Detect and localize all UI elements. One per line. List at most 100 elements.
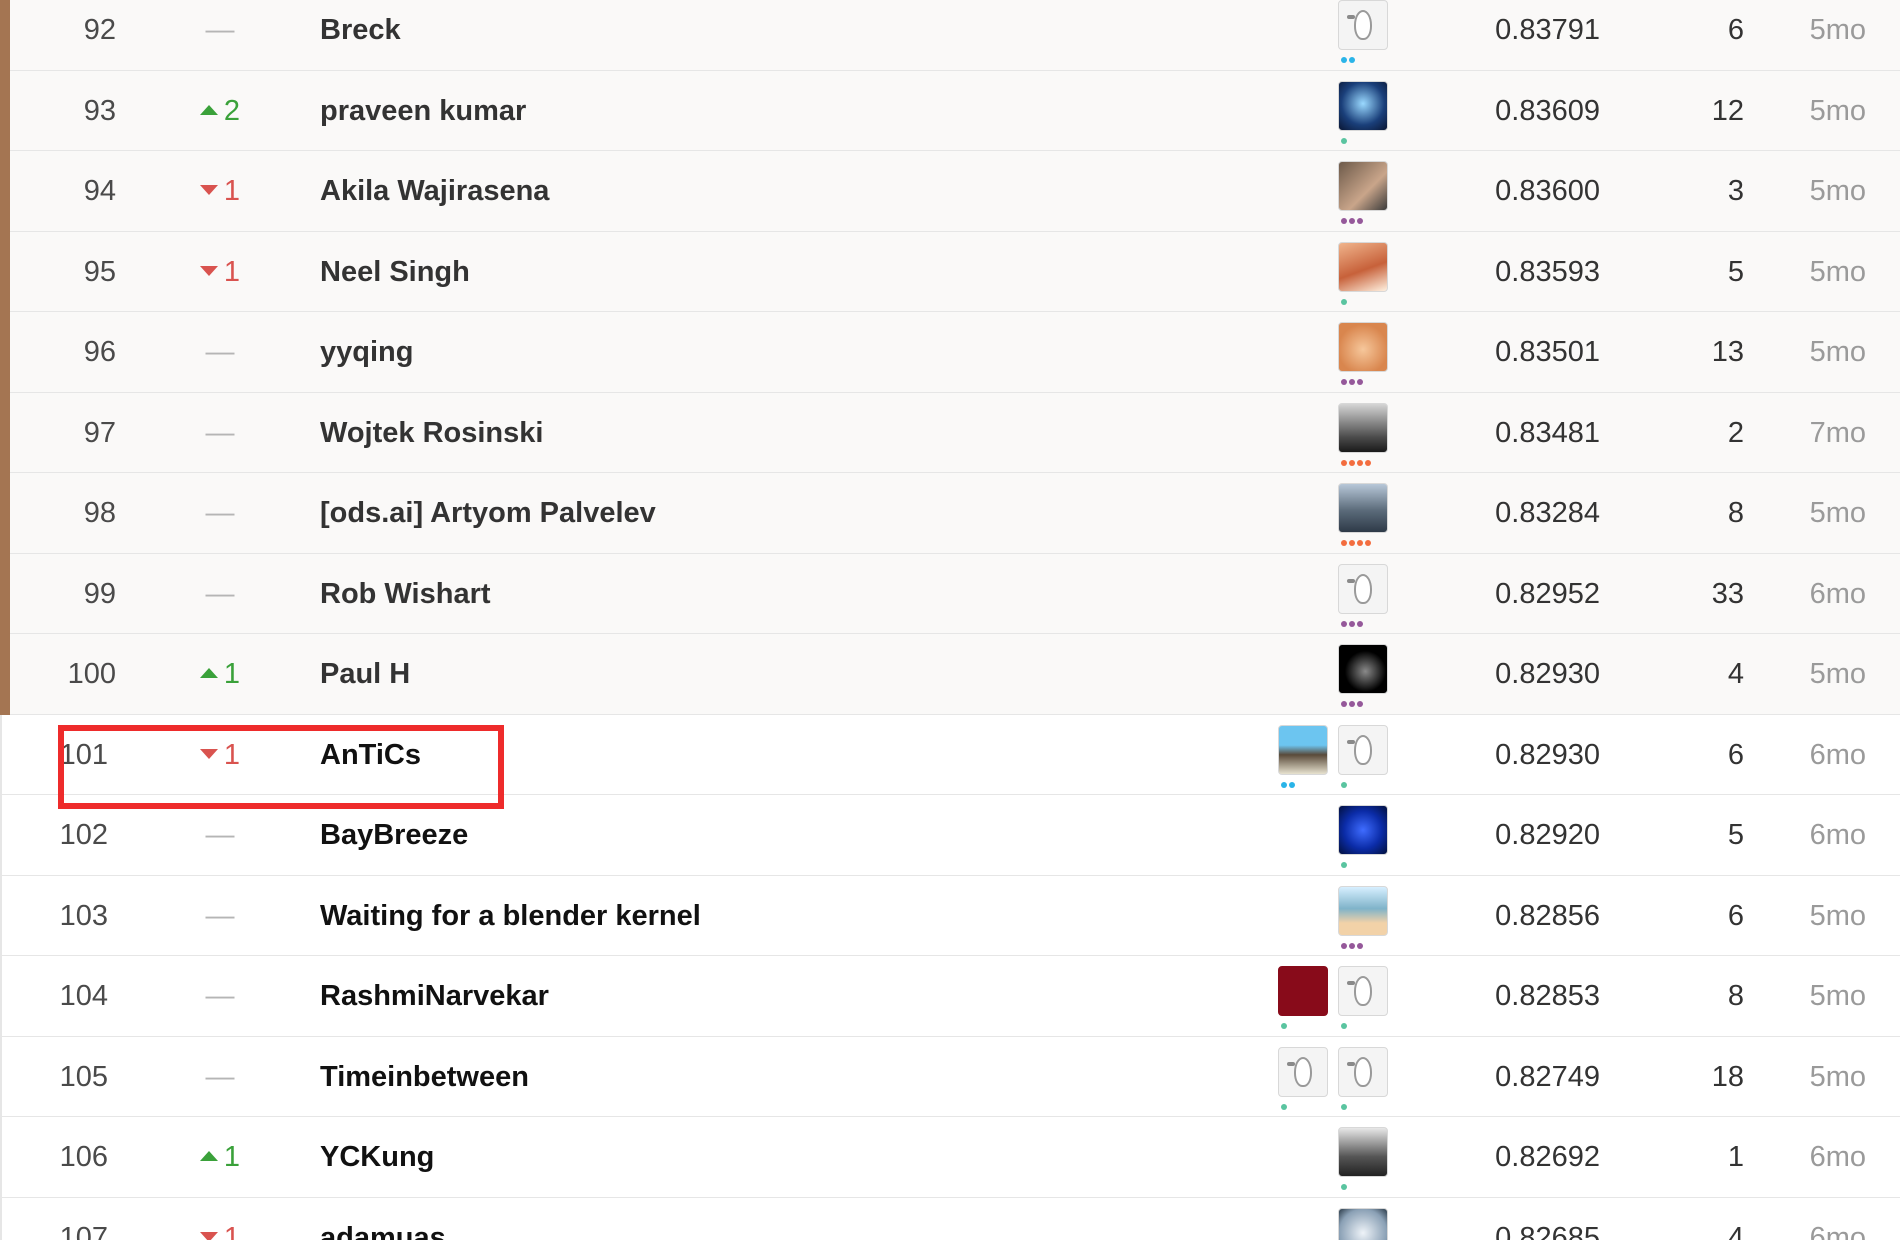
tier-badge-icon	[1341, 781, 1347, 788]
leaderboard-row[interactable]: 92 — Breck 0.83791 6 5mo	[0, 0, 1900, 71]
score-cell: 0.83791	[1495, 14, 1600, 46]
goose-icon	[1347, 976, 1372, 1006]
leaderboard-row[interactable]: 100 1 Paul H 0.82930 4 5mo	[0, 634, 1900, 715]
rank-change-value: —	[205, 497, 235, 529]
leaderboard-row[interactable]: 99 — Rob Wishart 0.82952 33 6mo	[0, 553, 1900, 634]
arrow-down-icon	[199, 748, 218, 759]
default-goose-avatar[interactable]	[1338, 724, 1388, 788]
office-photo-avatar[interactable]	[1338, 1127, 1388, 1190]
blue-portrait-avatar[interactable]	[1338, 80, 1388, 144]
avatar-image	[1279, 967, 1327, 1015]
team-name-link[interactable]: RashmiNarvekar	[320, 956, 549, 1036]
rank-change-value: 1	[223, 1141, 241, 1173]
entries-cell: 8	[1727, 980, 1744, 1012]
leaderboard-row[interactable]: 96 — yyqing 0.83501 13 5mo	[0, 312, 1900, 393]
leaderboard-row[interactable]: 103 — Waiting for a blender kernel 0.82856 6…	[0, 875, 1900, 956]
leaderboard-row[interactable]: 102 — BayBreeze 0.82920 5 6mo	[0, 795, 1900, 876]
tier-badge-icon	[1341, 1023, 1347, 1029]
night-bird-avatar[interactable]	[1338, 644, 1388, 707]
entries-cell: 6	[1727, 14, 1744, 46]
beach-portrait-avatar[interactable]	[1278, 724, 1328, 788]
blue-rose-avatar[interactable]	[1338, 805, 1388, 868]
cartoon-avatar[interactable]	[1338, 885, 1388, 949]
rank-change: 1	[190, 1198, 250, 1240]
tier-badge-icon	[1341, 218, 1363, 224]
last-submission-cell: 6mo	[1809, 577, 1866, 610]
goose-icon	[1347, 1056, 1372, 1087]
team-name-link[interactable]: AnTiCs	[320, 715, 421, 795]
tier-badge-icon	[1341, 701, 1363, 707]
rank-change-value: 1	[223, 175, 241, 207]
team-name-link[interactable]: yyqing	[320, 312, 413, 392]
avatar-image	[1339, 967, 1387, 1015]
score-cell: 0.82749	[1495, 1060, 1600, 1093]
entries-cell: 13	[1711, 336, 1744, 368]
team-name-link[interactable]: Waiting for a blender kernel	[320, 876, 701, 956]
rank-change: 1	[190, 1117, 250, 1197]
score-cell: 0.83600	[1495, 175, 1600, 207]
leaderboard-row[interactable]: 105 — Timeinbetween 0.82749 18 5mo	[0, 1036, 1900, 1117]
tier-badge-icon	[1341, 540, 1371, 546]
team-name-link[interactable]: Wojtek Rosinski	[320, 393, 543, 473]
last-submission-cell: 6mo	[1809, 1221, 1866, 1240]
avatar-image	[1339, 1048, 1387, 1096]
team-name-link[interactable]: BayBreeze	[320, 795, 468, 875]
leaderboard-row[interactable]: 107 1 adamuas 0.82685 4 6mo	[0, 1197, 1900, 1240]
warm-photo-avatar[interactable]	[1338, 241, 1388, 305]
avatar-image	[1339, 404, 1387, 452]
tier-badge-icon	[1281, 1103, 1287, 1110]
tier-badge-icon	[1341, 620, 1363, 627]
entries-cell: 6	[1727, 738, 1744, 771]
score-cell: 0.83609	[1495, 94, 1600, 127]
arrow-down-icon	[199, 185, 218, 196]
team-name-link[interactable]: YCKung	[320, 1117, 434, 1197]
leaderboard-row[interactable]: 95 1 Neel Singh 0.83593 5 5mo	[0, 231, 1900, 312]
bw-portrait-avatar[interactable]	[1338, 402, 1388, 466]
team-name-link[interactable]: adamuas	[320, 1198, 446, 1240]
default-goose-avatar[interactable]	[1338, 0, 1388, 63]
leaderboard-row[interactable]: 101 1 AnTiCs 0.82930 6 6mo	[0, 714, 1900, 795]
rank-cell: 101	[59, 738, 108, 771]
arrow-down-icon	[199, 265, 218, 276]
maroon-square-avatar[interactable]	[1278, 966, 1328, 1029]
team-name-link[interactable]: Paul H	[320, 634, 410, 714]
photo-avatar[interactable]	[1338, 161, 1388, 224]
rank-change-value: —	[205, 577, 235, 610]
rank-change-value: —	[205, 14, 235, 46]
default-goose-avatar[interactable]	[1338, 563, 1388, 627]
score-cell: 0.83593	[1495, 255, 1600, 288]
tier-badge-icon	[1281, 1023, 1287, 1029]
team-name-link[interactable]: praveen kumar	[320, 71, 526, 151]
leaderboard-row[interactable]: 94 1 Akila Wajirasena 0.83600 3 5mo	[0, 151, 1900, 232]
leaderboard-row[interactable]: 98 — [ods.ai] Artyom Palvelev 0.83284 8 5mo	[0, 473, 1900, 554]
avatar-image	[1339, 82, 1387, 130]
default-goose-avatar[interactable]	[1338, 1046, 1388, 1110]
team-name-link[interactable]: Rob Wishart	[320, 554, 491, 634]
rank-cell: 107	[59, 1221, 108, 1240]
tier-badge-icon	[1341, 1103, 1347, 1110]
leaderboard-row[interactable]: 104 — RashmiNarvekar 0.82853 8 5mo	[0, 956, 1900, 1037]
avatar-image	[1339, 1, 1387, 49]
team-name-link[interactable]: Neel Singh	[320, 232, 470, 312]
default-goose-avatar[interactable]	[1278, 1046, 1328, 1110]
team-name-link[interactable]: Breck	[320, 0, 401, 70]
team-name-link[interactable]: Timeinbetween	[320, 1037, 529, 1117]
cat-avatar[interactable]	[1338, 322, 1388, 385]
score-cell: 0.82692	[1495, 1141, 1600, 1173]
team-name-link[interactable]: Akila Wajirasena	[320, 151, 549, 231]
leaderboard-row[interactable]: 97 — Wojtek Rosinski 0.83481 2 7mo	[0, 392, 1900, 473]
rank-change: —	[190, 0, 250, 70]
rank-change: —	[190, 876, 250, 956]
arrow-down-icon	[199, 1231, 218, 1240]
team-name-link[interactable]: [ods.ai] Artyom Palvelev	[320, 473, 656, 553]
street-photo-avatar[interactable]	[1338, 483, 1388, 546]
team-members	[1338, 805, 1388, 871]
leaderboard-row[interactable]: 106 1 YCKung 0.82692 1 6mo	[0, 1117, 1900, 1198]
team-members	[1338, 322, 1388, 388]
snowflake-avatar[interactable]	[1338, 1207, 1388, 1240]
rank-change: —	[190, 393, 250, 473]
tier-badge-icon	[1341, 942, 1363, 949]
last-submission-cell: 6mo	[1809, 1141, 1866, 1173]
default-goose-avatar[interactable]	[1338, 966, 1388, 1029]
leaderboard-row[interactable]: 93 2 praveen kumar 0.83609 12 5mo	[0, 70, 1900, 151]
